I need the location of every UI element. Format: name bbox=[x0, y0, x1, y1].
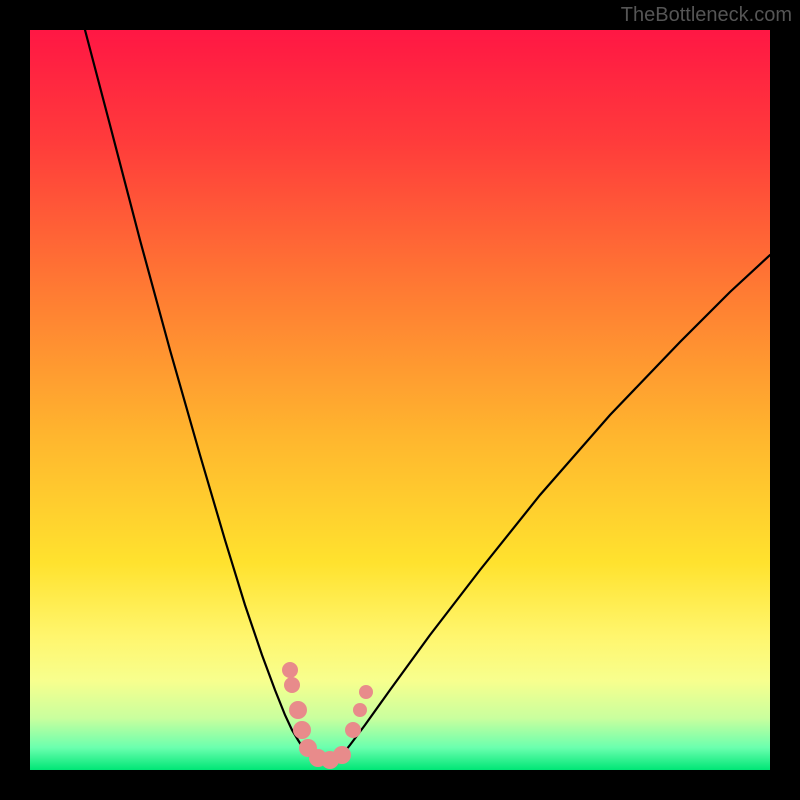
left-curve bbox=[85, 30, 308, 755]
right-curve bbox=[342, 255, 770, 755]
watermark: TheBottleneck.com bbox=[621, 4, 792, 27]
pink-marker bbox=[345, 722, 361, 738]
pink-marker bbox=[289, 701, 307, 719]
pink-marker bbox=[284, 677, 300, 693]
plot-area bbox=[30, 30, 770, 770]
chart-svg bbox=[30, 30, 770, 770]
pink-marker bbox=[359, 685, 373, 699]
pink-marker bbox=[353, 703, 367, 717]
pink-marker bbox=[333, 746, 351, 764]
pink-marker bbox=[293, 721, 311, 739]
pink-marker bbox=[282, 662, 298, 678]
